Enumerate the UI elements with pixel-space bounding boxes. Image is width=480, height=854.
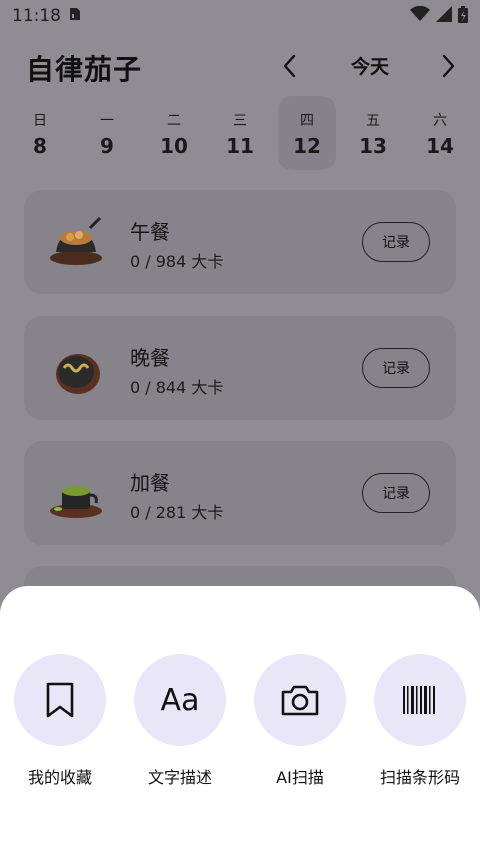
meal-name: 晚餐: [130, 346, 170, 370]
action-label: 我的收藏: [27, 768, 92, 787]
chevron-left-icon: [283, 54, 296, 78]
meal-card-dinner[interactable]: 晚餐 0 / 844 大卡 记录: [24, 316, 456, 420]
meal-card-snack[interactable]: 加餐 0 / 281 大卡 记录: [24, 441, 456, 545]
record-button[interactable]: 记录: [362, 222, 430, 262]
day-name: 一: [100, 113, 114, 129]
day-item[interactable]: 五 13: [344, 96, 402, 170]
sim-icon: [69, 6, 81, 26]
meal-calories: 0 / 844 大卡: [130, 378, 224, 397]
favorites-button[interactable]: [14, 654, 106, 746]
chevron-right-icon: [442, 54, 455, 78]
meal-calories: 0 / 984 大卡: [130, 252, 224, 271]
ai-scan-button[interactable]: [254, 654, 346, 746]
camera-icon: [281, 685, 319, 716]
status-bar: 11:18: [0, 0, 480, 32]
wifi-icon: [410, 5, 430, 26]
date-label[interactable]: 今天: [336, 52, 404, 79]
text-aa-icon: Aa: [160, 682, 200, 718]
meal-name: 午餐: [130, 220, 170, 244]
bookmark-icon: [46, 682, 74, 718]
week-strip: 日 8 一 9 二 10 三 11 四 12 五 13 六 14: [6, 96, 474, 170]
day-number: 13: [359, 134, 387, 158]
status-time: 11:18: [12, 6, 61, 26]
lunch-dish-icon: [46, 212, 110, 272]
record-button[interactable]: 记录: [362, 473, 430, 513]
day-item[interactable]: 三 11: [211, 96, 269, 170]
dinner-dish-icon: [46, 338, 110, 398]
prev-day-button[interactable]: [276, 52, 304, 80]
page-title: 自律茄子: [26, 53, 143, 86]
day-name: 二: [167, 113, 181, 129]
day-item[interactable]: 一 9: [78, 96, 136, 170]
record-button[interactable]: 记录: [362, 348, 430, 388]
day-number: 12: [293, 134, 321, 158]
action-label: 文字描述: [147, 768, 212, 787]
day-item-selected[interactable]: 四 12: [278, 96, 336, 170]
day-number: 9: [100, 134, 114, 158]
meal-calories: 0 / 281 大卡: [130, 503, 224, 522]
day-name: 日: [33, 113, 47, 129]
day-item[interactable]: 日 8: [11, 96, 69, 170]
barcode-icon: [403, 686, 435, 714]
day-number: 11: [226, 134, 254, 158]
ai-scan-action[interactable]: AI扫描: [240, 654, 360, 788]
day-item[interactable]: 六 14: [411, 96, 469, 170]
meal-card-lunch[interactable]: 午餐 0 / 984 大卡 记录: [24, 190, 456, 294]
action-label: AI扫描: [276, 768, 324, 787]
day-item[interactable]: 二 10: [145, 96, 203, 170]
next-day-button[interactable]: [434, 52, 462, 80]
barcode-scan-button[interactable]: [374, 654, 466, 746]
signal-icon: [436, 6, 452, 26]
bottom-sheet: 我的收藏 Aa 文字描述 AI扫描 扫描条形码: [0, 586, 480, 854]
battery-icon: [458, 5, 468, 27]
day-number: 10: [160, 134, 188, 158]
barcode-scan-action[interactable]: 扫描条形码: [360, 654, 480, 788]
day-name: 六: [433, 113, 447, 129]
day-name: 三: [233, 113, 247, 129]
snack-dish-icon: [46, 463, 110, 523]
action-label: 扫描条形码: [379, 768, 460, 787]
day-number: 14: [426, 134, 454, 158]
header: 自律茄子 今天: [0, 40, 480, 96]
text-describe-button[interactable]: Aa: [134, 654, 226, 746]
favorites-action[interactable]: 我的收藏: [0, 654, 120, 788]
meal-name: 加餐: [130, 471, 170, 495]
day-name: 五: [366, 113, 380, 129]
day-name: 四: [300, 113, 314, 129]
day-number: 8: [33, 134, 47, 158]
text-describe-action[interactable]: Aa 文字描述: [120, 654, 240, 788]
